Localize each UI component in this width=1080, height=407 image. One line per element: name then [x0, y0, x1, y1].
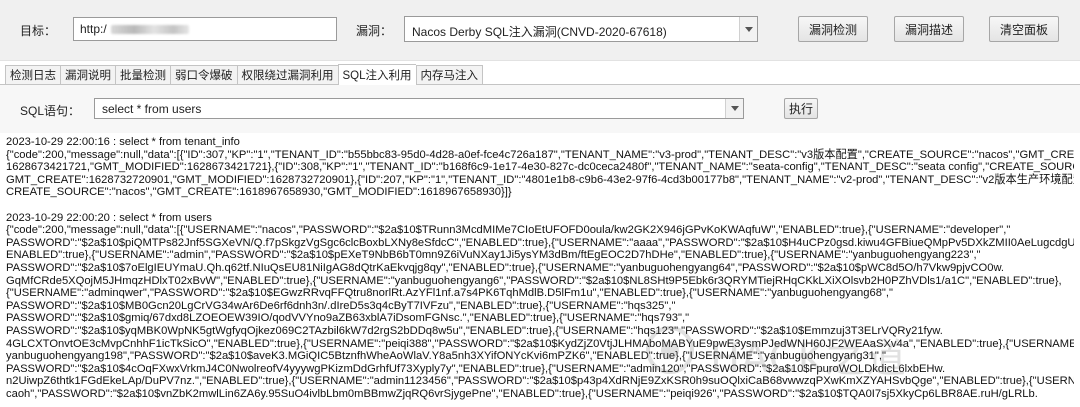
log-line: 1628673421721,"GMT_MODIFIED":16286734217… [6, 161, 1074, 174]
tab-vuln-info[interactable]: 漏洞说明 [60, 65, 115, 85]
tab-auth-bypass[interactable]: 权限绕过漏洞利用 [236, 65, 338, 85]
clear-button[interactable]: 清空面板 [989, 16, 1059, 42]
log-line: n2UiwpZ6thtk1FGdEkeLAp/DuPV7nz.","ENABLE… [6, 375, 1074, 388]
sql-panel: SQL语句： select * from users 执行 [0, 85, 1080, 133]
log-line: {"code":200,"message":null,"data":[{"ID"… [6, 148, 1074, 161]
target-label: 目标： [20, 24, 57, 38]
log-line: PASSWORD":"$2a$10$gmiq/67dxd8LZOEOEW39IO… [6, 312, 690, 325]
log-line: PASSWORD":"$2a$10$4cOqFXwxVrkmJ4C0Nwolre… [6, 362, 946, 375]
sql-label: SQL语句： [20, 104, 81, 118]
log-line: ENABLED":true},{"USERNAME":"admin","PASS… [6, 249, 981, 262]
log-line: {"USERNAME":"adminqwer","PASSWORD":"$2a$… [6, 287, 893, 300]
target-url-value: http:/ [80, 22, 107, 36]
log-line: 2023-10-29 22:00:20 : select * from user… [6, 211, 212, 224]
chevron-down-icon[interactable] [739, 17, 757, 41]
log-line: CREATE_SOURCE":"nacos","GMT_CREATE":1618… [6, 186, 512, 199]
detect-button[interactable]: 漏洞检测 [798, 16, 868, 42]
tab-sql-injection[interactable]: SQL注入利用 [337, 64, 416, 86]
log-gap [6, 199, 1074, 212]
log-line: caoh","PASSWORD":"$2a$10$vnZbK2mwlLin6ZA… [6, 387, 1038, 400]
target-url-input[interactable]: http:/ [73, 17, 337, 41]
log-line: 2023-10-29 22:00:16 : select * from tena… [6, 136, 240, 148]
tab-weak-password[interactable]: 弱口令爆破 [170, 65, 237, 85]
describe-button[interactable]: 漏洞描述 [894, 16, 964, 42]
top-toolbar: 目标： http:/ 漏洞： Nacos Derby SQL注入漏洞(CNVD-… [0, 0, 1080, 61]
execute-button[interactable]: 执行 [784, 98, 818, 119]
log-line: PASSWORD":"$2a$10$7oElgIEUYmaU.Qh.q62tf.… [6, 261, 1005, 274]
vuln-select[interactable]: Nacos Derby SQL注入漏洞(CNVD-2020-67618) [404, 16, 758, 42]
output-log: 2023-10-29 22:00:16 : select * from tena… [6, 136, 1074, 407]
log-line: PASSWORD":"$2a$10$MB0Gcn20LgCrVG34wAr6De… [6, 299, 676, 312]
tab-log[interactable]: 检测日志 [5, 65, 60, 85]
tab-memshell[interactable]: 内存马注入 [415, 65, 484, 85]
vuln-select-value: Nacos Derby SQL注入漏洞(CNVD-2020-67618) [412, 25, 667, 39]
log-line: PASSWORD":"$2a$10$yqMBK0WpNK5gtWgfyqOjke… [6, 324, 943, 337]
log-line: PASSWORD":"$2a$10$piQMTPs82Jnf5SGXeVN/Q.… [6, 236, 1074, 249]
log-line: yanbuguohengyang198","PASSWORD":"$2a$10$… [6, 350, 886, 363]
tab-strip: 检测日志 漏洞说明 批量检测 弱口令爆破 权限绕过漏洞利用 SQL注入利用 内存… [5, 64, 484, 86]
redacted-url-blur [110, 25, 189, 35]
log-line: GqMfCRde5XQojM5JHmqzHDlxT02xBvW","ENABLE… [6, 274, 1062, 287]
sql-input[interactable]: select * from users [94, 98, 744, 119]
chevron-down-icon[interactable] [725, 99, 743, 118]
vuln-label: 漏洞： [356, 24, 393, 38]
sql-input-value: select * from users [102, 102, 202, 116]
tab-batch[interactable]: 批量检测 [115, 65, 170, 85]
log-line: 4GLCXTOnvtOE3cMvpCnhhF1icTkSicO","ENABLE… [6, 337, 1074, 350]
log-line: {"code":200,"message":null,"data":[{"USE… [6, 224, 1011, 237]
log-line: GMT_CREATE":1628732720901,"GMT_MODIFIED"… [6, 173, 1074, 186]
